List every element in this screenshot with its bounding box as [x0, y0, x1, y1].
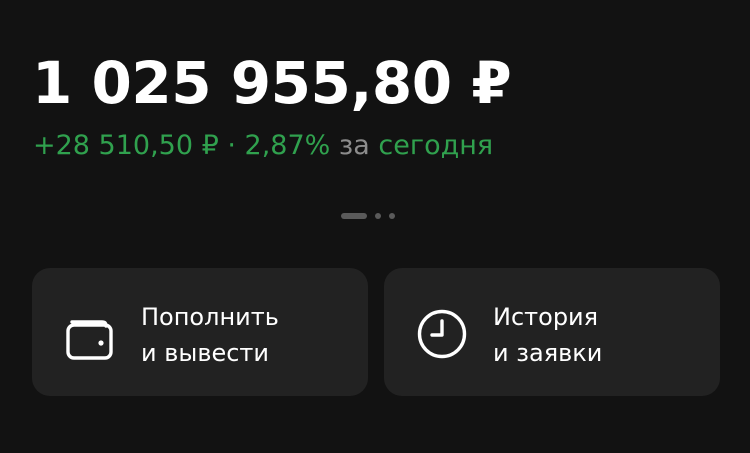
- top-up-withdraw-label-line2: и вывести: [141, 339, 270, 367]
- top-up-withdraw-button[interactable]: Пополнить и вывести: [32, 268, 368, 396]
- history-requests-label-line2: и заявки: [493, 339, 603, 367]
- top-up-withdraw-label: Пополнить и вывести: [141, 299, 279, 371]
- portfolio-screen: 1 025 955,80 ₽ +28 510,50 ₽ · 2,87% за с…: [0, 0, 750, 453]
- period-selector[interactable]: сегодня: [378, 130, 493, 161]
- page-indicator-dot[interactable]: [375, 213, 381, 219]
- daily-change[interactable]: +28 510,50 ₽ · 2,87% за сегодня: [33, 128, 493, 164]
- balance-amount: 1 025 955,80 ₽: [32, 49, 512, 117]
- page-indicator-dot-active[interactable]: [341, 213, 367, 219]
- page-indicator[interactable]: [341, 212, 395, 220]
- clock-icon: [417, 309, 467, 359]
- history-requests-label: История и заявки: [493, 299, 602, 371]
- wallet-icon: [66, 320, 113, 360]
- top-up-withdraw-label-line1: Пополнить: [141, 303, 279, 331]
- daily-change-amount: +28 510,50 ₽ · 2,87%: [33, 130, 331, 161]
- history-requests-label-line1: История: [493, 303, 599, 331]
- history-requests-button[interactable]: История и заявки: [384, 268, 720, 396]
- page-indicator-dot[interactable]: [389, 213, 395, 219]
- daily-change-connector: за: [338, 130, 370, 161]
